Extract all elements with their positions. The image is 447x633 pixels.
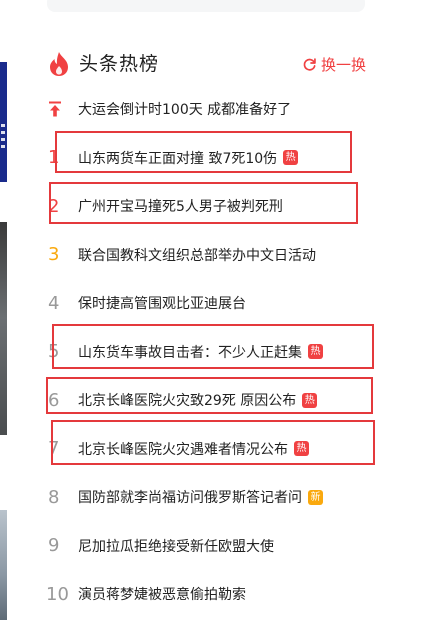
hot-badge: 热 <box>308 344 323 360</box>
hot-list-item[interactable]: 5 山东货车事故目击者：不少人正赶集 热 <box>48 328 378 377</box>
rank-number: 2 <box>48 195 60 217</box>
refresh-icon <box>303 57 316 71</box>
rank-number: 6 <box>48 389 60 411</box>
hot-list-item-title[interactable]: 演员蒋梦婕被恶意偷拍勒索 <box>78 584 246 604</box>
hot-list-item-title[interactable]: 联合国教科文组织总部举办中文日活动 <box>78 245 316 265</box>
rank-number: 7 <box>48 438 60 460</box>
pin-top-icon <box>48 101 72 117</box>
hot-list-item[interactable]: 8 国防部就李尚福访问俄罗斯答记者问 新 <box>48 473 378 522</box>
left-news-thumbnail[interactable] <box>0 510 7 620</box>
rank-number: 4 <box>48 292 60 314</box>
hot-list-item-title[interactable]: 北京长峰医院火灾遇难者情况公布 <box>78 439 288 459</box>
hot-list-item-title[interactable]: 保时捷高管围观比亚迪展台 <box>78 293 246 313</box>
hot-list-item-pinned[interactable]: 大运会倒计时100天 成都准备好了 <box>48 85 378 134</box>
hot-list-item-title[interactable]: 山东两货车正面对撞 致7死10伤 <box>78 148 277 168</box>
hot-badge: 热 <box>302 392 318 408</box>
hot-badge: 热 <box>294 441 309 457</box>
hot-list-item[interactable]: 7 北京长峰医院火灾遇难者情况公布 热 <box>48 425 378 474</box>
hot-list-item-title[interactable]: 广州开宝马撞死5人男子被判死刑 <box>78 196 283 216</box>
hot-list-item-title[interactable]: 大运会倒计时100天 成都准备好了 <box>78 99 291 119</box>
previous-card <box>47 0 365 12</box>
hot-list-item-title[interactable]: 山东货车事故目击者：不少人正赶集 <box>78 342 302 362</box>
refresh-label: 换一换 <box>320 55 366 74</box>
hot-list-item[interactable]: 10 演员蒋梦婕被恶意偷拍勒索 <box>46 570 378 619</box>
refresh-button[interactable]: 换一换 <box>302 53 366 75</box>
hot-list-item-title[interactable]: 国防部就李尚福访问俄罗斯答记者问 <box>78 487 302 507</box>
left-news-thumbnail[interactable] <box>0 62 7 182</box>
rank-number: 10 <box>46 583 69 605</box>
hot-list-item[interactable]: 4 保时捷高管围观比亚迪展台 <box>48 279 378 328</box>
flame-icon <box>50 52 68 76</box>
hot-list-item[interactable]: 3 联合国教科文组织总部举办中文日活动 <box>48 231 378 280</box>
rank-number: 5 <box>48 341 60 363</box>
rank-number: 1 <box>48 147 60 169</box>
hot-list: 大运会倒计时100天 成都准备好了 1 山东两货车正面对撞 致7死10伤 热 2… <box>46 85 378 619</box>
hot-list-item[interactable]: 6 北京长峰医院火灾致29死 原因公布 热 <box>48 376 378 425</box>
hot-list-item[interactable]: 9 尼加拉瓜拒绝接受新任欧盟大使 <box>48 522 378 571</box>
new-badge: 新 <box>308 489 323 505</box>
left-news-thumbnail[interactable] <box>0 222 7 435</box>
hot-list-title: 头条热榜 <box>79 53 160 75</box>
rank-number: 8 <box>48 486 60 508</box>
hot-list-header: 头条热榜 换一换 <box>48 48 366 80</box>
hot-badge: 热 <box>283 150 299 166</box>
rank-number: 9 <box>48 535 60 557</box>
hot-list-item-title[interactable]: 尼加拉瓜拒绝接受新任欧盟大使 <box>78 536 274 556</box>
rank-number: 3 <box>48 244 60 266</box>
hot-list-item-title[interactable]: 北京长峰医院火灾致29死 原因公布 <box>78 390 296 410</box>
hot-list-item[interactable]: 1 山东两货车正面对撞 致7死10伤 热 <box>48 134 378 183</box>
hot-list-item[interactable]: 2 广州开宝马撞死5人男子被判死刑 <box>48 182 378 231</box>
